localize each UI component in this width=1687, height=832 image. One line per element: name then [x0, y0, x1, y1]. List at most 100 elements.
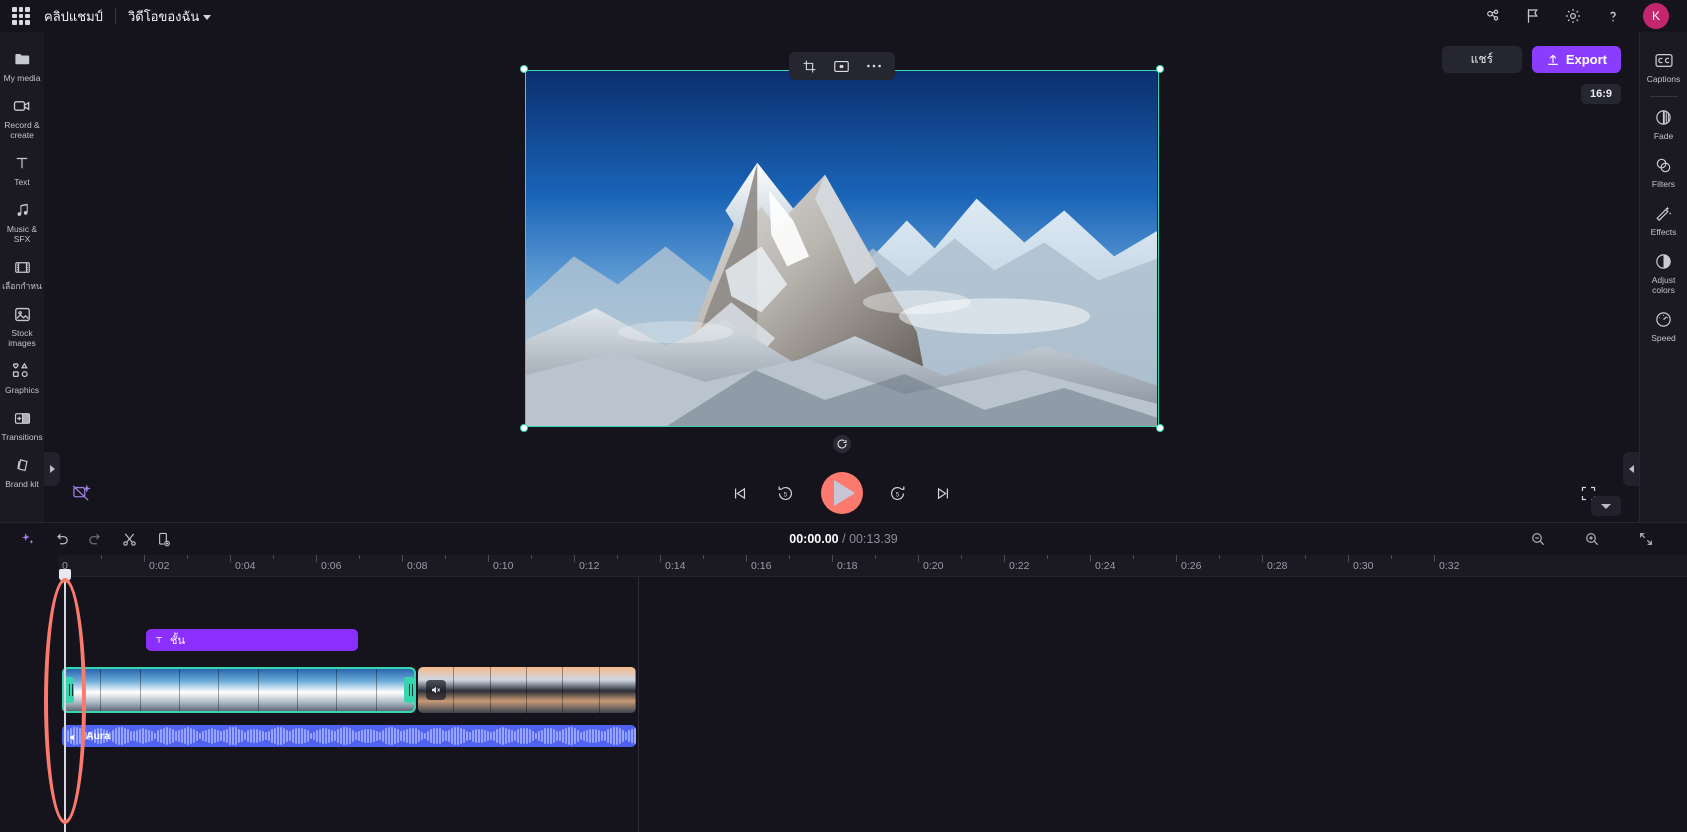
collapse-right-panel-button[interactable]: [1623, 452, 1639, 486]
auto-enhance-off-icon[interactable]: [70, 482, 92, 504]
ruler-tick: [488, 555, 489, 562]
waveform-bar: [139, 728, 141, 744]
skip-previous-button[interactable]: [729, 482, 751, 504]
sidebar-item-filters[interactable]: Filters: [1640, 147, 1687, 195]
video-selection-frame[interactable]: [519, 64, 1164, 453]
undo-icon[interactable]: [48, 527, 74, 551]
rotate-handle[interactable]: [832, 434, 851, 453]
flag-icon[interactable]: [1523, 6, 1543, 26]
waveform-bar: [628, 729, 630, 743]
waveform-bar: [580, 732, 582, 740]
sidebar-item-templates[interactable]: เลือกกำหน: [0, 250, 44, 297]
zoom-in-icon[interactable]: [1579, 527, 1605, 551]
sidebar-item-music-sfx[interactable]: Music & SFX: [0, 193, 44, 250]
waveform-bar: [157, 730, 159, 742]
aspect-ratio-badge[interactable]: 16:9: [1580, 84, 1621, 104]
zoom-out-icon[interactable]: [1525, 527, 1551, 551]
filters-icon: [1654, 155, 1673, 175]
waveform-bar: [616, 727, 618, 745]
video-clip-mountain[interactable]: [62, 667, 416, 713]
redo-icon[interactable]: [82, 527, 108, 551]
sidebar-item-my-media[interactable]: My media: [0, 42, 44, 89]
waveform-bar: [361, 729, 363, 743]
sidebar-item-brand-kit[interactable]: Brand kit: [0, 448, 44, 495]
gear-icon[interactable]: [1563, 6, 1583, 26]
captions-icon: [1654, 50, 1674, 70]
playhead[interactable]: [59, 569, 71, 832]
sparkle-icon[interactable]: [14, 527, 40, 551]
play-button[interactable]: [820, 472, 863, 514]
sidebar-item-transitions[interactable]: Transitions: [0, 401, 44, 448]
waveform-bar: [433, 728, 435, 744]
waveform-bar: [310, 732, 312, 740]
waveform-bar: [466, 730, 468, 742]
more-options-icon[interactable]: [861, 55, 887, 77]
clip-thumbnail: [599, 667, 636, 713]
expand-panel-button[interactable]: [44, 452, 60, 486]
sidebar-item-text[interactable]: Text: [0, 146, 44, 193]
sidebar-item-speed[interactable]: Speed: [1640, 301, 1687, 349]
ruler-tick: [918, 555, 919, 562]
project-name-menu[interactable]: วิดีโอของฉัน: [128, 6, 212, 27]
playhead-knob[interactable]: [59, 569, 71, 581]
scissors-icon[interactable]: [116, 527, 142, 551]
image-icon: [13, 304, 32, 324]
export-button[interactable]: Export: [1531, 46, 1621, 73]
resize-handle-bottom-right[interactable]: [1155, 423, 1164, 432]
mute-icon[interactable]: [426, 680, 446, 700]
crop-icon[interactable]: [797, 55, 823, 77]
fit-fill-icon[interactable]: [829, 55, 855, 77]
collaborate-icon[interactable]: [1483, 6, 1503, 26]
waveform-bar: [460, 727, 462, 745]
sidebar-label: Filters: [1651, 179, 1676, 189]
video-preview[interactable]: [524, 69, 1159, 427]
waveform-bar: [478, 728, 480, 744]
help-icon[interactable]: [1603, 6, 1623, 26]
waveform-bar: [493, 730, 495, 742]
avatar[interactable]: K: [1643, 3, 1669, 29]
time-separator: /: [842, 532, 846, 546]
left-sidebar: My media Record & create Text Music & SF…: [0, 32, 60, 522]
waveform-bar: [295, 728, 297, 744]
waveform-bar: [484, 729, 486, 743]
audio-clip[interactable]: Aura: [62, 725, 636, 747]
resize-handle-top-left[interactable]: [519, 64, 528, 73]
sidebar-label: Stock images: [8, 328, 36, 348]
skip-next-button[interactable]: [933, 482, 955, 504]
ruler-tick: [1004, 555, 1005, 562]
resize-handle-top-right[interactable]: [1155, 64, 1164, 73]
track-audio: Aura: [58, 725, 1687, 747]
top-bar: คลิปแชมป์ วิดีโอของฉัน K: [0, 0, 1687, 32]
fit-icon[interactable]: [1633, 527, 1659, 551]
resize-handle-bottom-left[interactable]: [519, 423, 528, 432]
sidebar-item-record-create[interactable]: Record & create: [0, 89, 44, 146]
trim-handle-right[interactable]: [404, 677, 414, 703]
waveform-bar: [205, 729, 207, 743]
app-launcher-icon[interactable]: [12, 7, 30, 25]
mountain-scene: [525, 70, 1158, 426]
rewind-5s-button[interactable]: 5: [775, 482, 797, 504]
waveform-bar: [526, 728, 528, 744]
video-clip-lake[interactable]: [418, 667, 636, 713]
waveform-bar: [121, 727, 123, 745]
duplicate-icon[interactable]: [150, 527, 176, 551]
sidebar-item-effects[interactable]: Effects: [1640, 195, 1687, 243]
share-button[interactable]: แชร์: [1441, 46, 1522, 73]
waveform-bar: [619, 728, 621, 744]
sidebar-item-fade[interactable]: Fade: [1640, 99, 1687, 147]
sidebar-item-captions[interactable]: Captions: [1640, 42, 1687, 90]
thumbnail-strip: [418, 667, 636, 713]
sidebar-item-graphics[interactable]: Graphics: [0, 354, 44, 401]
timecode-display: 00:00.00 / 00:13.39: [789, 532, 897, 546]
forward-5s-button[interactable]: 5: [887, 482, 909, 504]
sidebar-item-adjust-colors[interactable]: Adjust colors: [1640, 243, 1687, 301]
waveform-bar: [250, 729, 252, 743]
waveform-bar: [169, 727, 171, 745]
waveform-bar: [625, 731, 627, 741]
collapse-preview-button[interactable]: [1591, 496, 1621, 516]
text-clip[interactable]: ชั้น: [146, 629, 358, 651]
export-actions: แชร์ Export: [1441, 46, 1621, 73]
sidebar-item-stock-images[interactable]: Stock images: [0, 297, 44, 354]
text-clip-label: ชั้น: [170, 635, 185, 647]
timeline-ruler[interactable]: 0 0:02 0:04 0:06 0:08 0:10 0:12 0:14 0:16 0:18 0:2…: [58, 555, 1687, 577]
